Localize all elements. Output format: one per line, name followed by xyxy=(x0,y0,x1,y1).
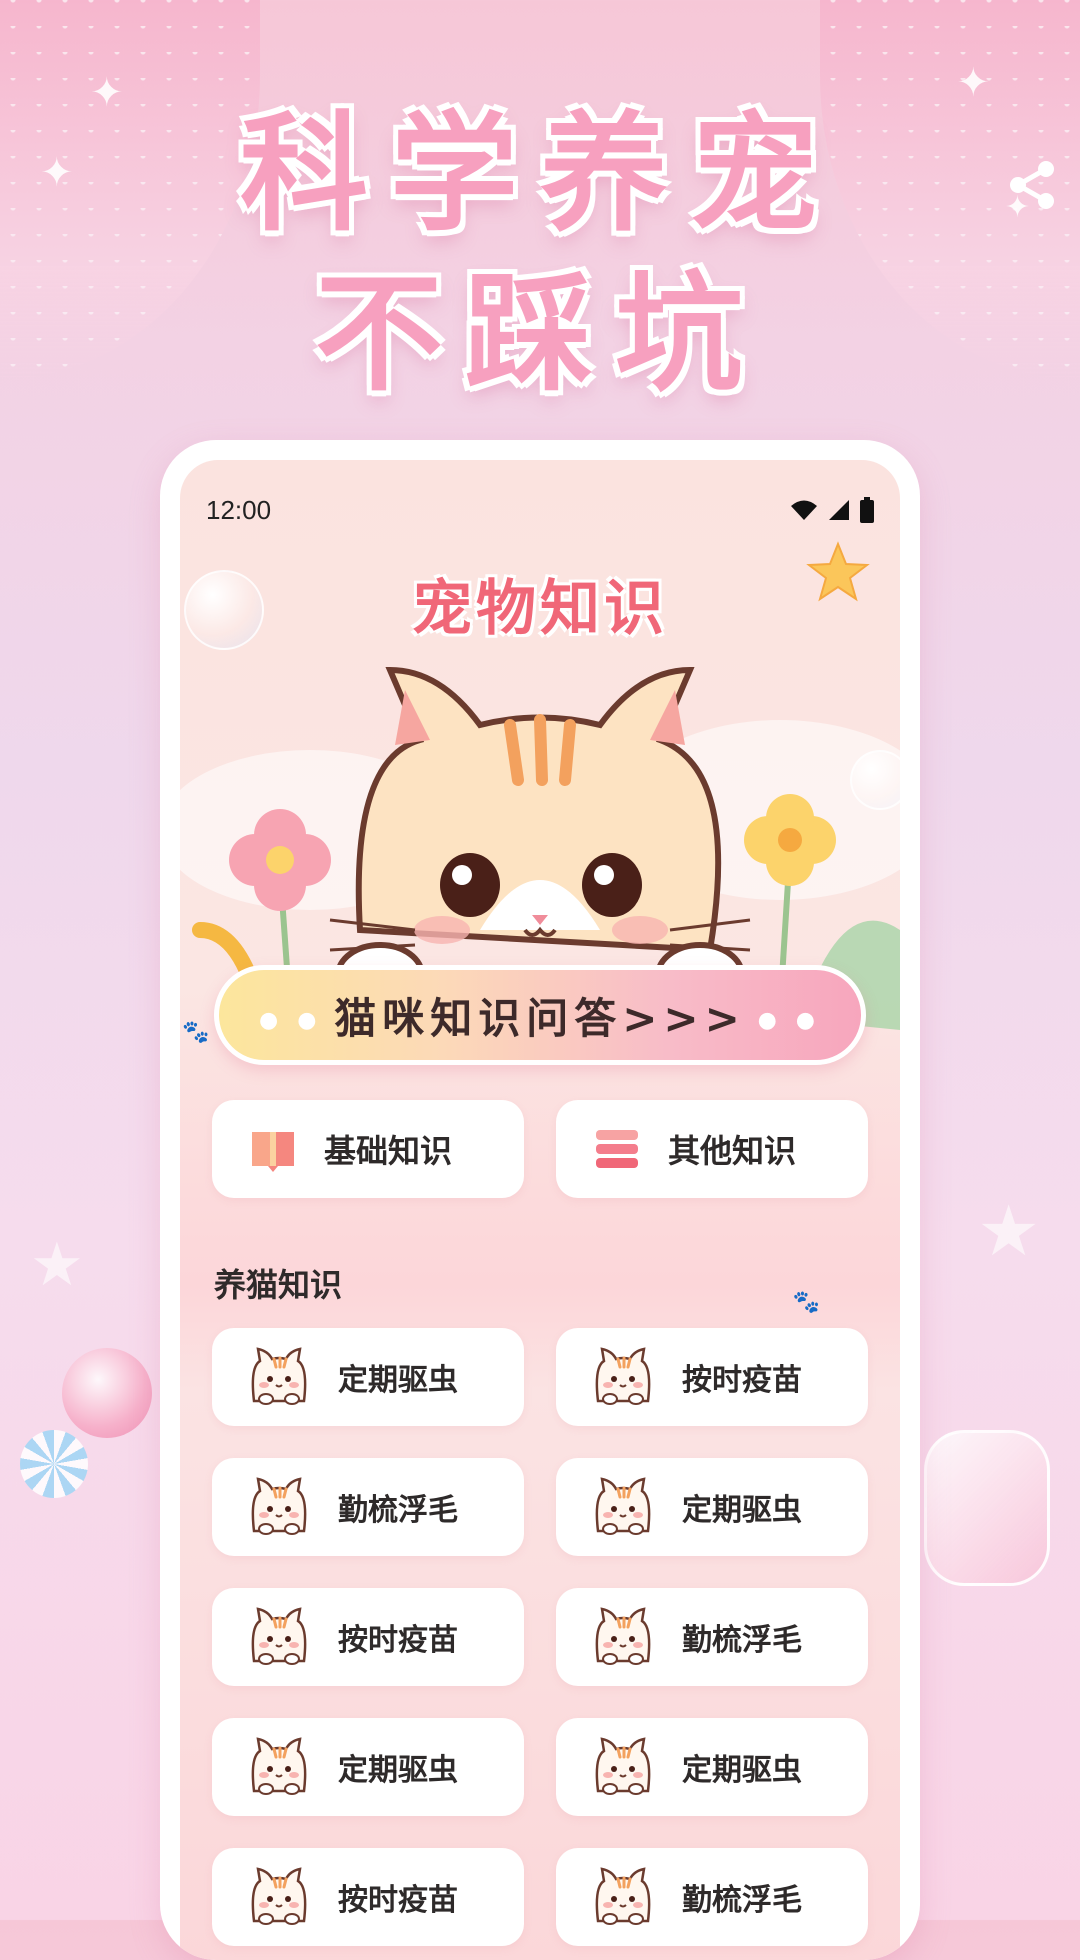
knowledge-item[interactable]: 定期驱虫 xyxy=(556,1718,868,1816)
star-icon: ★ xyxy=(977,1190,1040,1272)
knowledge-item-label: 勤梳浮毛 xyxy=(338,1493,458,1528)
app-screen: 12:00 宠物知识 ● ● 猫咪知识问答>>> ● ● 🐾 基础知识 其他知识… xyxy=(180,460,900,1960)
knowledge-item[interactable]: 定期驱虫 xyxy=(212,1328,524,1426)
promo-headline: 科学养宠 xyxy=(239,100,840,249)
signal-icon xyxy=(829,500,849,520)
cat-quiz-banner[interactable]: ● ● 猫咪知识问答>>> ● ● xyxy=(214,965,866,1065)
book-icon xyxy=(252,1132,294,1172)
knowledge-item[interactable]: 定期驱虫 xyxy=(212,1718,524,1816)
status-bar: 12:00 xyxy=(206,490,874,530)
dots-decoration: ● ● xyxy=(259,1008,323,1033)
cat-face-icon xyxy=(595,1347,651,1405)
battery-icon xyxy=(860,497,874,523)
cat-face-icon xyxy=(251,1737,307,1795)
knowledge-item-label: 按时疫苗 xyxy=(338,1883,458,1918)
cat-face-icon xyxy=(251,1867,307,1925)
knowledge-item-label: 按时疫苗 xyxy=(338,1623,458,1658)
knowledge-item-label: 定期驱虫 xyxy=(338,1753,458,1788)
cat-face-icon xyxy=(595,1607,651,1665)
knowledge-item-label: 定期驱虫 xyxy=(682,1493,802,1528)
knowledge-item-label: 定期驱虫 xyxy=(338,1363,458,1398)
basic-knowledge-label: 基础知识 xyxy=(324,1132,453,1170)
candy-jar-decoration xyxy=(924,1430,1050,1586)
knowledge-item[interactable]: 按时疫苗 xyxy=(556,1328,868,1426)
knowledge-item[interactable]: 按时疫苗 xyxy=(212,1588,524,1686)
status-time: 12:00 xyxy=(206,494,272,525)
star-icon: ★ xyxy=(30,1230,84,1300)
section-title: 养猫知识 xyxy=(214,1266,343,1304)
share-icon[interactable] xyxy=(1002,155,1062,215)
promo-subheadline: 不踩坑 xyxy=(314,260,765,409)
cat-face-icon xyxy=(251,1607,307,1665)
dots-decoration: ● ● xyxy=(757,1008,821,1033)
cat-face-icon xyxy=(595,1737,651,1795)
phone-frame: 12:00 宠物知识 ● ● 猫咪知识问答>>> ● ● 🐾 基础知识 其他知识… xyxy=(160,440,920,1960)
knowledge-item-label: 勤梳浮毛 xyxy=(682,1623,802,1658)
knowledge-item[interactable]: 按时疫苗 xyxy=(212,1848,524,1946)
cat-face-icon xyxy=(251,1347,307,1405)
paw-icon: 🐾 xyxy=(182,1020,210,1045)
paw-icon: 🐾 xyxy=(792,1290,820,1315)
cat-illustration xyxy=(329,666,751,1008)
cat-face-icon xyxy=(251,1477,307,1535)
other-knowledge-button[interactable]: 其他知识 xyxy=(556,1100,868,1198)
cat-face-icon xyxy=(595,1477,651,1535)
quiz-banner-label: 猫咪知识问答>>> xyxy=(334,993,746,1043)
candy-decoration xyxy=(20,1430,88,1498)
heart-lollipop-decoration xyxy=(62,1348,152,1438)
knowledge-item[interactable]: 勤梳浮毛 xyxy=(212,1458,524,1556)
knowledge-item-label: 按时疫苗 xyxy=(682,1363,802,1398)
wifi-icon xyxy=(791,500,817,520)
knowledge-item-label: 勤梳浮毛 xyxy=(682,1883,802,1918)
stack-icon xyxy=(596,1130,638,1168)
basic-knowledge-button[interactable]: 基础知识 xyxy=(212,1100,524,1198)
cat-face-icon xyxy=(595,1867,651,1925)
knowledge-item[interactable]: 勤梳浮毛 xyxy=(556,1848,868,1946)
knowledge-item-label: 定期驱虫 xyxy=(682,1753,802,1788)
knowledge-item[interactable]: 勤梳浮毛 xyxy=(556,1588,868,1686)
knowledge-grid: 定期驱虫 按时疫苗 勤梳浮毛 定期驱虫 按时疫苗 勤梳浮毛 定期驱虫 定期驱虫 … xyxy=(212,1328,868,1946)
knowledge-item[interactable]: 定期驱虫 xyxy=(556,1458,868,1556)
other-knowledge-label: 其他知识 xyxy=(668,1132,797,1170)
